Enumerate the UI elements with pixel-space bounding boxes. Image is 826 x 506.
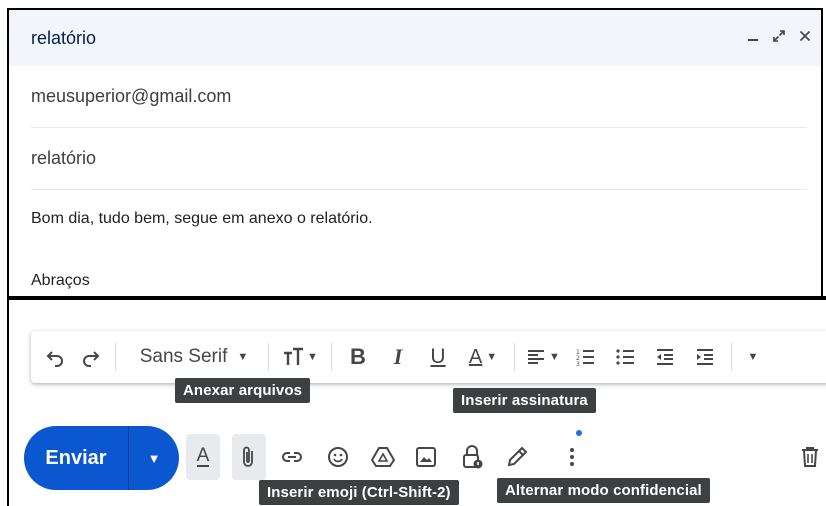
compose-title: relatório <box>31 27 97 48</box>
more-options-icon[interactable] <box>555 434 589 480</box>
indent-more-icon[interactable] <box>685 339 725 375</box>
toolbar-separator <box>731 343 732 371</box>
attach-icon[interactable] <box>232 434 266 480</box>
expand-icon[interactable] <box>771 28 787 44</box>
text-color-glyph: A <box>468 345 483 368</box>
photo-icon[interactable] <box>409 434 443 480</box>
compose-window: relatório meusuperior@gmail.com relatóri… <box>7 8 823 298</box>
underline-button[interactable]: U <box>418 339 458 375</box>
redo-icon[interactable] <box>73 339 109 375</box>
minimize-icon[interactable] <box>745 28 761 44</box>
toolbar-separator <box>268 343 269 371</box>
tooltip-attach: Anexar arquivos <box>175 378 311 403</box>
formatting-options-button[interactable]: A <box>186 434 220 480</box>
window-controls <box>745 28 813 44</box>
bulleted-list-icon[interactable] <box>605 339 645 375</box>
tooltip-signature: Inserir assinatura <box>453 388 596 413</box>
caret-down-icon: ▼ <box>237 351 249 363</box>
caret-down-icon: ▼ <box>307 351 318 363</box>
text-color-button[interactable]: A ▼ <box>458 339 508 375</box>
caret-down-icon: ▼ <box>549 351 560 363</box>
toolbar-separator <box>331 343 332 371</box>
svg-text:3: 3 <box>576 361 580 367</box>
notification-dot <box>576 430 582 436</box>
close-icon[interactable] <box>797 28 813 44</box>
text-size-icon <box>284 347 304 365</box>
subject-field[interactable]: relatório <box>31 128 807 190</box>
compose-footer: Sans Serif ▼ ▼ B I U A ▼ ▼ 123 ▼ Anexar … <box>7 300 826 506</box>
undo-icon[interactable] <box>37 339 73 375</box>
indent-less-icon[interactable] <box>645 339 685 375</box>
message-body-line[interactable]: Bom dia, tudo bem, segue em anexo o rela… <box>31 210 373 228</box>
bold-button[interactable]: B <box>338 339 378 375</box>
tooltip-emoji: Inserir emoji (Ctrl-Shift-2) <box>259 480 459 505</box>
signature-icon[interactable] <box>500 434 534 480</box>
subject-text: relatório <box>31 148 97 168</box>
trash-icon[interactable] <box>793 434 826 480</box>
toolbar-separator <box>514 343 515 371</box>
send-button-group: Enviar ▼ <box>24 426 179 490</box>
confidential-icon[interactable] <box>455 434 489 480</box>
italic-button[interactable]: I <box>378 339 418 375</box>
numbered-list-icon[interactable]: 123 <box>565 339 605 375</box>
align-icon <box>528 350 545 364</box>
message-body-line[interactable]: Abraços <box>31 272 90 290</box>
toolbar-separator <box>115 343 116 371</box>
drive-icon[interactable] <box>366 434 400 480</box>
send-options-button[interactable]: ▼ <box>129 426 179 490</box>
font-family-value: Sans Serif <box>139 346 228 367</box>
tooltip-confidential: Alternar modo confidencial <box>497 478 710 503</box>
emoji-icon[interactable] <box>321 434 355 480</box>
formatting-glyph: A <box>196 445 210 467</box>
formatting-toolbar: Sans Serif ▼ ▼ B I U A ▼ ▼ 123 ▼ <box>31 331 826 383</box>
caret-down-icon: ▼ <box>147 450 161 466</box>
align-button[interactable]: ▼ <box>521 339 565 375</box>
text-size-button[interactable]: ▼ <box>275 339 325 375</box>
to-field[interactable]: meusuperior@gmail.com <box>31 66 807 128</box>
recipient-address: meusuperior@gmail.com <box>31 86 232 106</box>
font-family-select[interactable]: Sans Serif ▼ <box>122 339 262 375</box>
more-formatting-icon[interactable]: ▼ <box>738 339 768 375</box>
link-icon[interactable] <box>275 434 309 480</box>
caret-down-icon: ▼ <box>486 351 498 363</box>
send-button[interactable]: Enviar <box>24 426 128 490</box>
compose-title-bar[interactable]: relatório <box>9 10 821 66</box>
